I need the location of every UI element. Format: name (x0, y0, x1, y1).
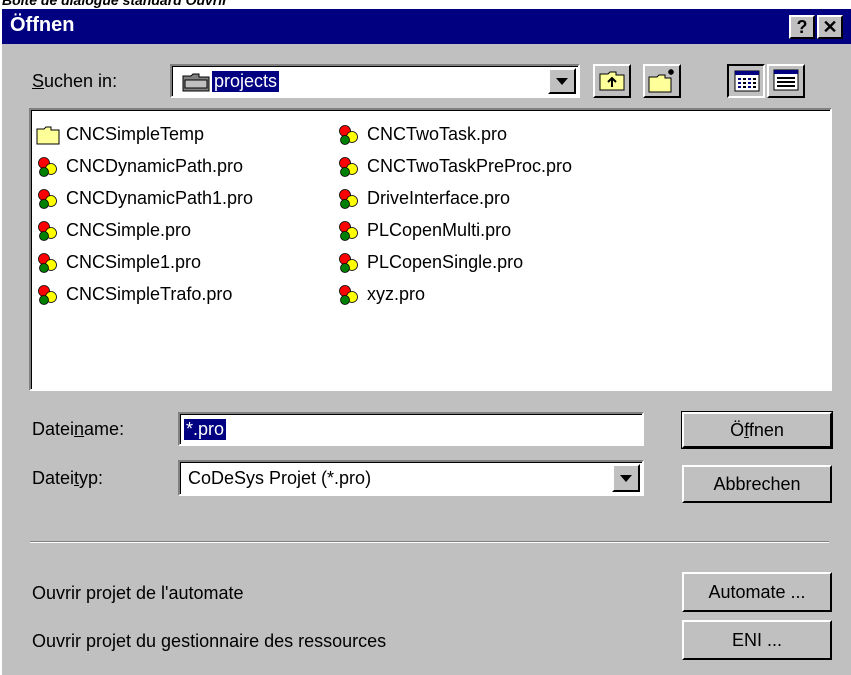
project-file-icon (339, 285, 358, 305)
project-file-icon (38, 285, 57, 305)
filetype-label: Dateityp: (32, 468, 104, 488)
open-button[interactable]: Öffnen (681, 411, 833, 449)
open-dialog: Öffnen ? ✕ Suchen in: projects CNCSimple… (2, 9, 851, 675)
chevron-down-icon (620, 475, 632, 482)
project-file-icon (38, 157, 57, 177)
new-folder-button[interactable] (643, 64, 681, 98)
cancel-button[interactable]: Abbrechen (682, 465, 832, 503)
up-folder-icon (599, 71, 625, 91)
project-file-icon (339, 157, 358, 177)
automate-button[interactable]: Automate ... (682, 572, 832, 612)
eni-button[interactable]: ENI ... (682, 620, 832, 660)
help-button[interactable]: ? (789, 15, 815, 39)
list-view-icon (734, 70, 760, 92)
new-folder-icon (648, 69, 674, 93)
filetype-select[interactable]: CoDeSys Projet (*.pro) (178, 460, 644, 496)
eni-project-label: Ouvrir projet du gestionnaire des ressou… (32, 631, 387, 651)
project-file-icon (38, 221, 57, 241)
project-file-icon (339, 253, 358, 273)
project-file-icon (339, 189, 358, 209)
lookin-dropdown-button[interactable] (548, 68, 576, 94)
caption: Boîte de dialogue standard Ouvrir (2, 0, 228, 8)
details-view-button[interactable] (767, 64, 805, 98)
filename-label: Dateiname: (32, 419, 125, 439)
lookin-combobox[interactable]: projects (170, 64, 580, 98)
folder-icon (36, 126, 60, 145)
filetype-value: CoDeSys Projet (*.pro) (188, 468, 372, 488)
up-folder-button[interactable] (593, 64, 631, 98)
close-button[interactable]: ✕ (817, 15, 843, 39)
title-bar[interactable]: Öffnen ? ✕ (2, 9, 851, 44)
window-title: Öffnen (10, 14, 75, 36)
filetype-dropdown-button[interactable] (612, 464, 640, 492)
separator (30, 541, 829, 543)
filename-input[interactable]: *.pro (178, 412, 644, 446)
filename-value: *.pro (184, 419, 227, 440)
project-file-icon (38, 253, 57, 273)
folder-icon (182, 72, 210, 97)
lookin-label: Suchen in: (32, 71, 118, 91)
lookin-value: projects (212, 71, 280, 92)
project-file-icon (339, 125, 358, 145)
plc-project-label: Ouvrir projet de l'automate (32, 583, 244, 603)
project-file-icon (38, 189, 57, 209)
list-view-button[interactable] (727, 64, 765, 98)
details-view-icon (773, 69, 799, 91)
chevron-down-icon (556, 78, 568, 85)
file-list[interactable]: CNCSimpleTemp CNCDynamicPath.pro CNCDyna… (29, 108, 832, 391)
project-file-icon (339, 221, 358, 241)
